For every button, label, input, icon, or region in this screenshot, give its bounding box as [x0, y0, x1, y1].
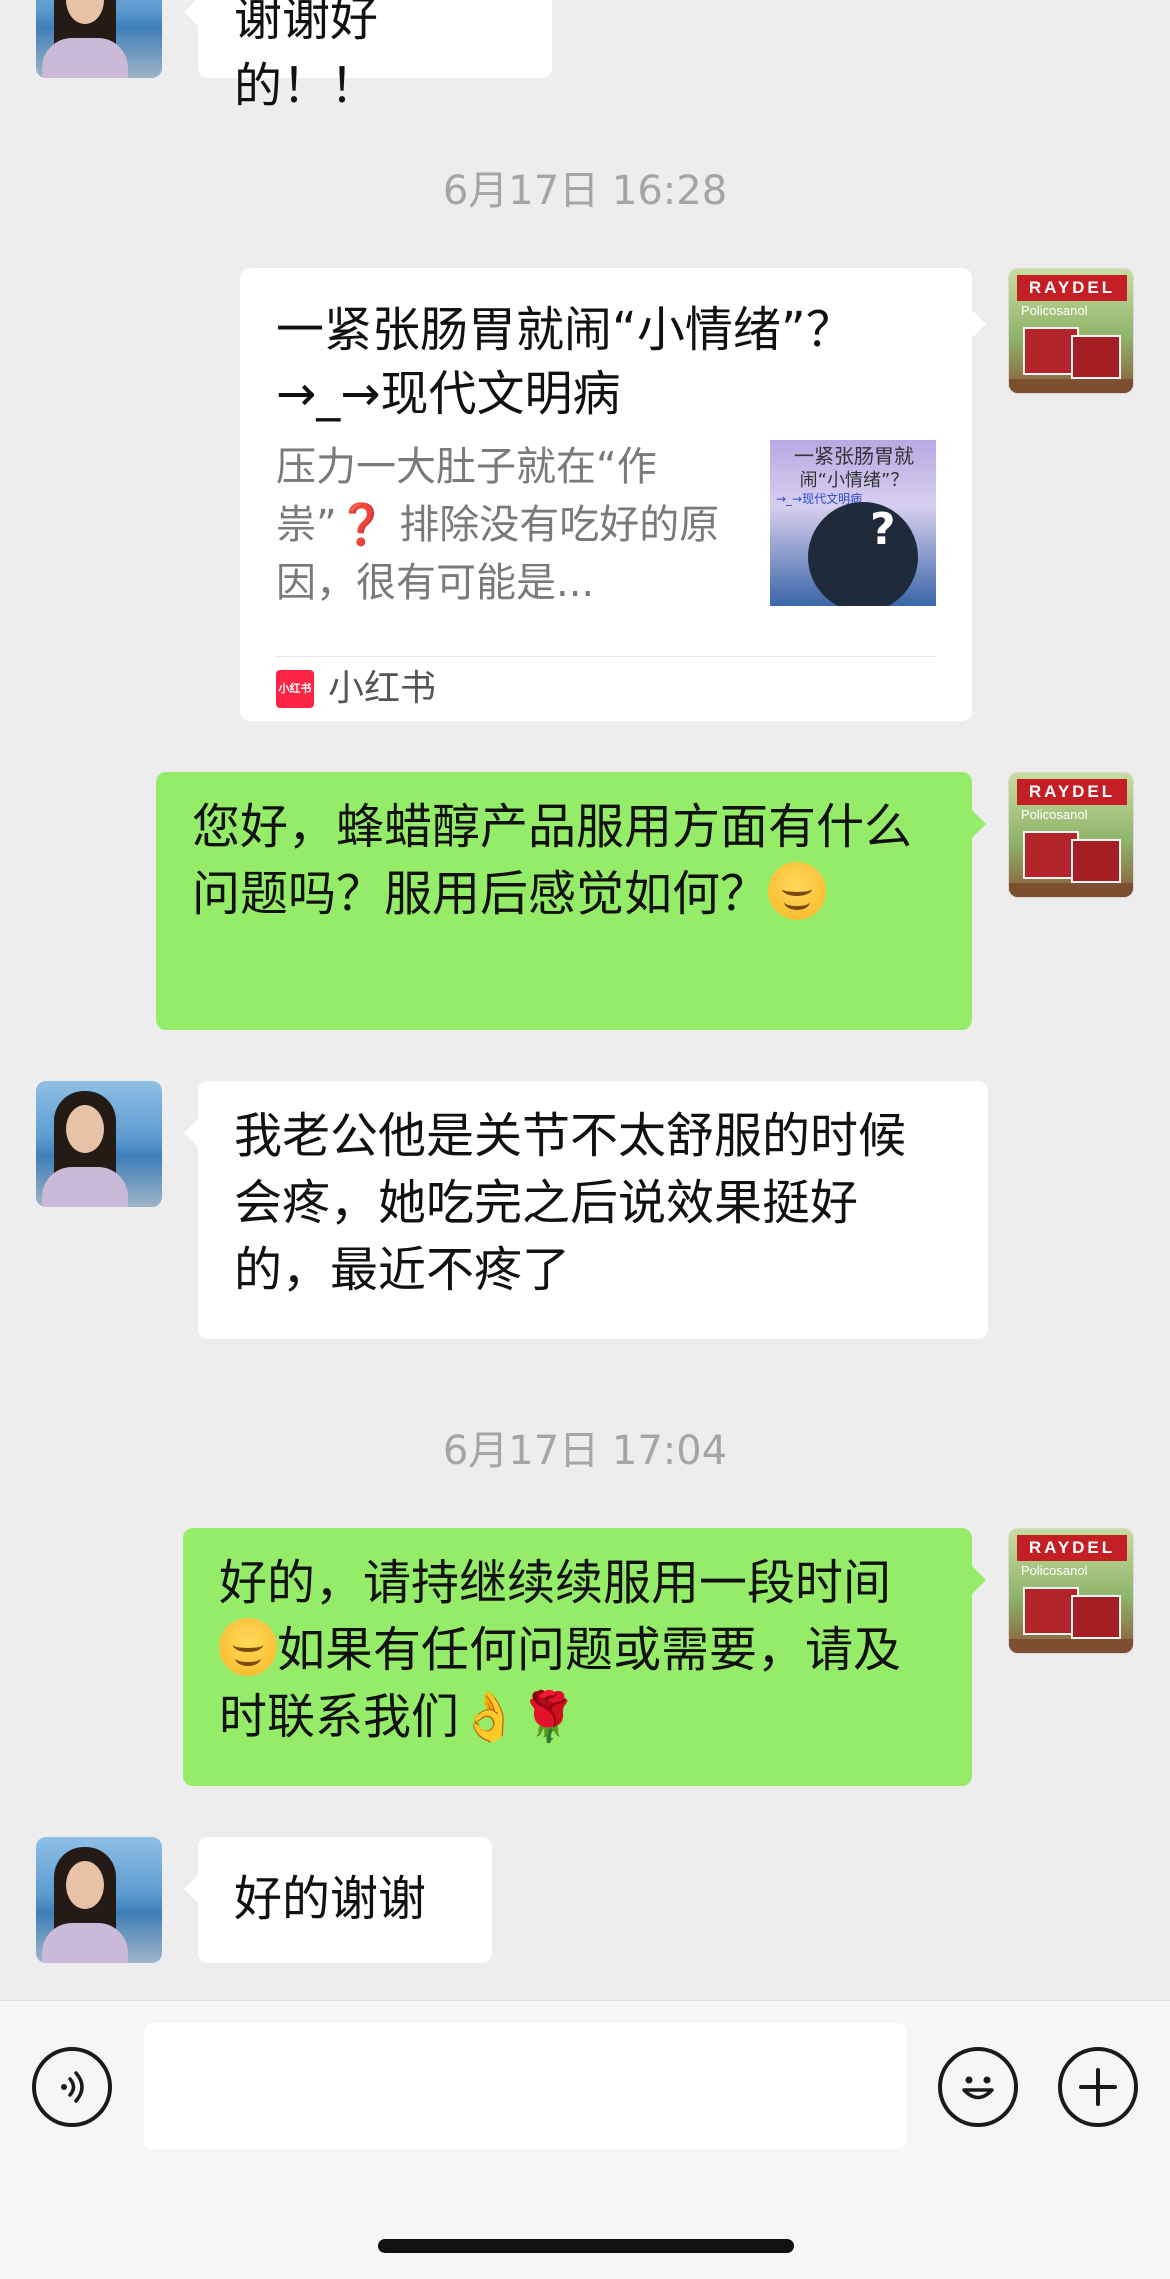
timestamp: 6月17日 16:28 — [442, 168, 728, 214]
avatar-body — [42, 1167, 128, 1207]
brand-subtext: Policosanol — [1021, 807, 1088, 822]
message-bubble-outgoing[interactable]: 好的，请持继续续服用一段时间如果有任何问题或需要，请及时联系我们👌🌹 — [183, 1528, 986, 1786]
self-avatar[interactable]: RAYDEL Policosanol — [1008, 268, 1134, 394]
self-avatar[interactable]: RAYDEL Policosanol — [1008, 772, 1134, 898]
message-text: 好的谢谢 — [234, 1871, 427, 1927]
brand-logo: RAYDEL — [1017, 779, 1127, 805]
contact-avatar[interactable] — [36, 1837, 162, 1963]
smile-emoji-icon — [219, 1618, 277, 1676]
avatar-face — [66, 1105, 104, 1153]
timestamp: 6月17日 17:04 — [442, 1428, 728, 1474]
smile-emoji-icon — [768, 862, 827, 920]
smiley-face-icon — [962, 2076, 994, 2100]
chat-area[interactable]: 谢谢好的！！ 6月17日 16:28 一紧张肠胃就闹“小情绪”？→_→现代文明病… — [0, 0, 1170, 2000]
avatar-body — [42, 1923, 128, 1963]
table-surface — [1009, 1639, 1133, 1653]
avatar-body — [42, 38, 128, 78]
table-surface — [1009, 883, 1133, 897]
link-card[interactable]: 一紧张肠胃就闹“小情绪”？→_→现代文明病 压力一大肚子就在“作祟”❓ 排除没有… — [240, 268, 986, 721]
message-bubble-incoming[interactable]: 我老公他是关节不太舒服的时候会疼，她吃完之后说效果挺好的，最近不疼了 — [184, 1081, 988, 1339]
thumbnail-question-mark: ? — [870, 504, 896, 555]
xiaohongshu-icon: 小红书 — [276, 670, 314, 708]
emoji-icon[interactable] — [938, 2047, 1018, 2127]
thumbnail-text: 闹“小情绪”？ — [799, 470, 909, 491]
product-box — [1071, 839, 1121, 883]
thumbnail-character — [808, 502, 918, 606]
table-surface — [1009, 379, 1133, 393]
avatar-face — [66, 1861, 104, 1909]
contact-avatar[interactable] — [36, 0, 162, 78]
message-text-content: 好的，请持继续续服用一段时间 — [219, 1555, 892, 1611]
message-bubble-incoming[interactable]: 谢谢好的！！ — [184, 0, 552, 114]
self-avatar[interactable]: RAYDEL Policosanol — [1008, 1528, 1134, 1654]
message-text: 好的，请持继续续服用一段时间如果有任何问题或需要，请及时联系我们👌🌹 — [219, 1550, 936, 1751]
brand-logo: RAYDEL — [1017, 1535, 1127, 1561]
contact-avatar[interactable] — [36, 1081, 162, 1207]
ok-hand-rose-emoji: 👌🌹 — [459, 1689, 579, 1745]
plus-sign-icon — [1079, 2068, 1117, 2106]
plus-icon[interactable] — [1058, 2047, 1138, 2127]
message-bubble-incoming[interactable]: 好的谢谢 — [184, 1837, 492, 1963]
message-text: 您好，蜂蜡醇产品服用方面有什么问题吗？服用后感觉如何？ — [192, 794, 936, 928]
brand-subtext: Policosanol — [1021, 303, 1088, 318]
card-divider — [276, 656, 936, 657]
product-box — [1071, 1595, 1121, 1639]
card-title: 一紧张肠胃就闹“小情绪”？→_→现代文明病 — [276, 302, 854, 422]
home-indicator — [378, 2239, 794, 2253]
card-thumbnail: 一紧张肠胃就 闹“小情绪”？ →_→现代文明病 ? — [770, 440, 936, 606]
message-text: 我老公他是关节不太舒服的时候会疼，她吃完之后说效果挺好的，最近不疼了 — [234, 1108, 907, 1298]
brand-logo: RAYDEL — [1017, 275, 1127, 301]
voice-icon[interactable] — [32, 2047, 112, 2127]
voice-waves-icon — [61, 2071, 84, 2103]
message-input[interactable] — [144, 2023, 906, 2149]
product-box — [1071, 335, 1121, 379]
card-source: 小红书 — [328, 668, 437, 709]
message-text: 谢谢好的！！ — [234, 0, 379, 114]
card-description: 压力一大肚子就在“作祟”❓ 排除没有吃好的原因，很有可能是... — [276, 444, 720, 606]
brand-subtext: Policosanol — [1021, 1563, 1088, 1578]
thumbnail-text: 一紧张肠胃就 — [794, 444, 914, 468]
input-bar — [0, 2000, 1170, 2279]
message-bubble-outgoing[interactable]: 您好，蜂蜡醇产品服用方面有什么问题吗？服用后感觉如何？ — [156, 772, 986, 1030]
